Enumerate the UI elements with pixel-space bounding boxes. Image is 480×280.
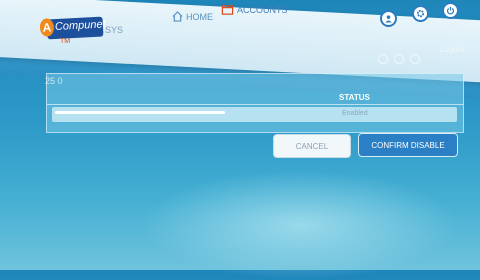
logo-text: Compunet [54, 18, 106, 34]
circle-icon[interactable] [410, 54, 420, 64]
confirm-disable-button[interactable]: CONFIRM DISABLE [358, 133, 458, 157]
home-icon [172, 11, 183, 22]
status-column-header: STATUS [339, 93, 370, 102]
circle-icon[interactable] [394, 54, 404, 64]
nav-accounts[interactable]: ACCOUNTS [221, 3, 288, 16]
user-icon [384, 10, 393, 28]
accounts-icon [221, 3, 234, 16]
status-panel-header: STATUS [47, 91, 463, 105]
page-label: 25 0 [45, 76, 63, 86]
background-glow [140, 170, 460, 280]
row-name-bar [55, 111, 225, 114]
user-button[interactable] [380, 10, 397, 27]
power-button[interactable] [442, 2, 459, 19]
logo-subtitle: TM [60, 38, 71, 45]
settings-button[interactable] [412, 5, 429, 22]
table-row[interactable]: Enabled [52, 107, 457, 122]
nav-accounts-label: ACCOUNTS [237, 4, 288, 15]
company-logo[interactable]: A Compunet [39, 16, 106, 40]
gear-icon [416, 5, 425, 23]
nav-home-label: HOME [186, 11, 213, 22]
logo-mark: A [39, 18, 55, 37]
cancel-button[interactable]: CANCEL [273, 134, 351, 158]
logo-tail-text: SYS [105, 25, 124, 35]
nav-home[interactable]: HOME [172, 11, 213, 22]
power-icon [446, 2, 455, 20]
status-panel: STATUS Enabled [46, 73, 464, 133]
circle-icon[interactable] [378, 54, 388, 64]
logout-link[interactable]: Logout [440, 45, 464, 54]
mini-toolbar [378, 54, 420, 64]
row-status-value: Enabled [342, 110, 368, 117]
